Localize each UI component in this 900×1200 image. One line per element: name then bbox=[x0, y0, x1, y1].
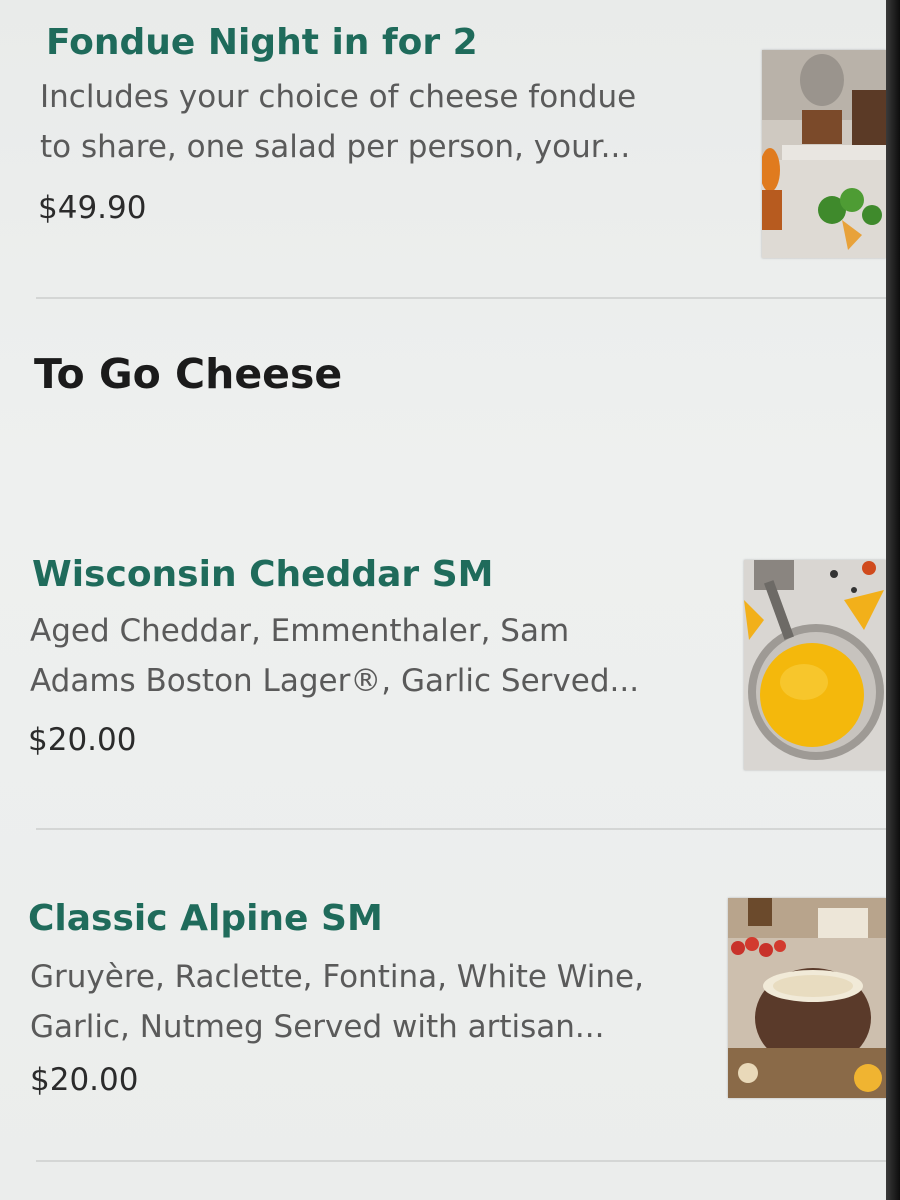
item-price: $20.00 bbox=[30, 1062, 139, 1098]
item-description: Aged Cheddar, Emmenthaler, Sam Adams Bos… bbox=[30, 606, 690, 706]
item-divider bbox=[36, 297, 886, 299]
item-description-line: to share, one salad per person, your... bbox=[40, 129, 631, 165]
cheddar-fondue-photo[interactable] bbox=[744, 560, 886, 770]
item-name: Classic Alpine SM bbox=[28, 898, 383, 939]
menu-item-fondue-night[interactable]: Fondue Night in for 2 Includes your choi… bbox=[0, 0, 886, 300]
item-description-line: Gruyère, Raclette, Fontina, White Wine, bbox=[30, 959, 644, 995]
item-divider bbox=[36, 828, 886, 830]
item-divider bbox=[36, 1160, 886, 1162]
item-price: $49.90 bbox=[38, 190, 147, 226]
fondue-night-photo[interactable] bbox=[762, 50, 886, 258]
item-price: $20.00 bbox=[28, 722, 137, 758]
item-name: Fondue Night in for 2 bbox=[46, 22, 478, 63]
menu-item-wisconsin-cheddar[interactable]: Wisconsin Cheddar SM Aged Cheddar, Emmen… bbox=[0, 520, 886, 820]
item-description: Includes your choice of cheese fondue to… bbox=[40, 72, 700, 172]
section-title: To Go Cheese bbox=[34, 350, 343, 398]
fondue-night-image bbox=[762, 50, 886, 258]
item-name: Wisconsin Cheddar SM bbox=[32, 554, 494, 595]
alpine-fondue-photo[interactable] bbox=[728, 898, 886, 1098]
item-description-line: Adams Boston Lager®, Garlic Served... bbox=[30, 663, 640, 699]
item-description: Gruyère, Raclette, Fontina, White Wine, … bbox=[30, 952, 690, 1052]
cheddar-fondue-image bbox=[744, 560, 886, 770]
menu-item-classic-alpine[interactable]: Classic Alpine SM Gruyère, Raclette, Fon… bbox=[0, 860, 886, 1160]
item-description-line: Garlic, Nutmeg Served with artisan... bbox=[30, 1009, 605, 1045]
item-description-line: Includes your choice of cheese fondue bbox=[40, 79, 637, 115]
device-bezel bbox=[886, 0, 900, 1200]
menu-screen: Fondue Night in for 2 Includes your choi… bbox=[0, 0, 886, 1200]
alpine-fondue-image bbox=[728, 898, 886, 1098]
item-description-line: Aged Cheddar, Emmenthaler, Sam bbox=[30, 613, 570, 649]
